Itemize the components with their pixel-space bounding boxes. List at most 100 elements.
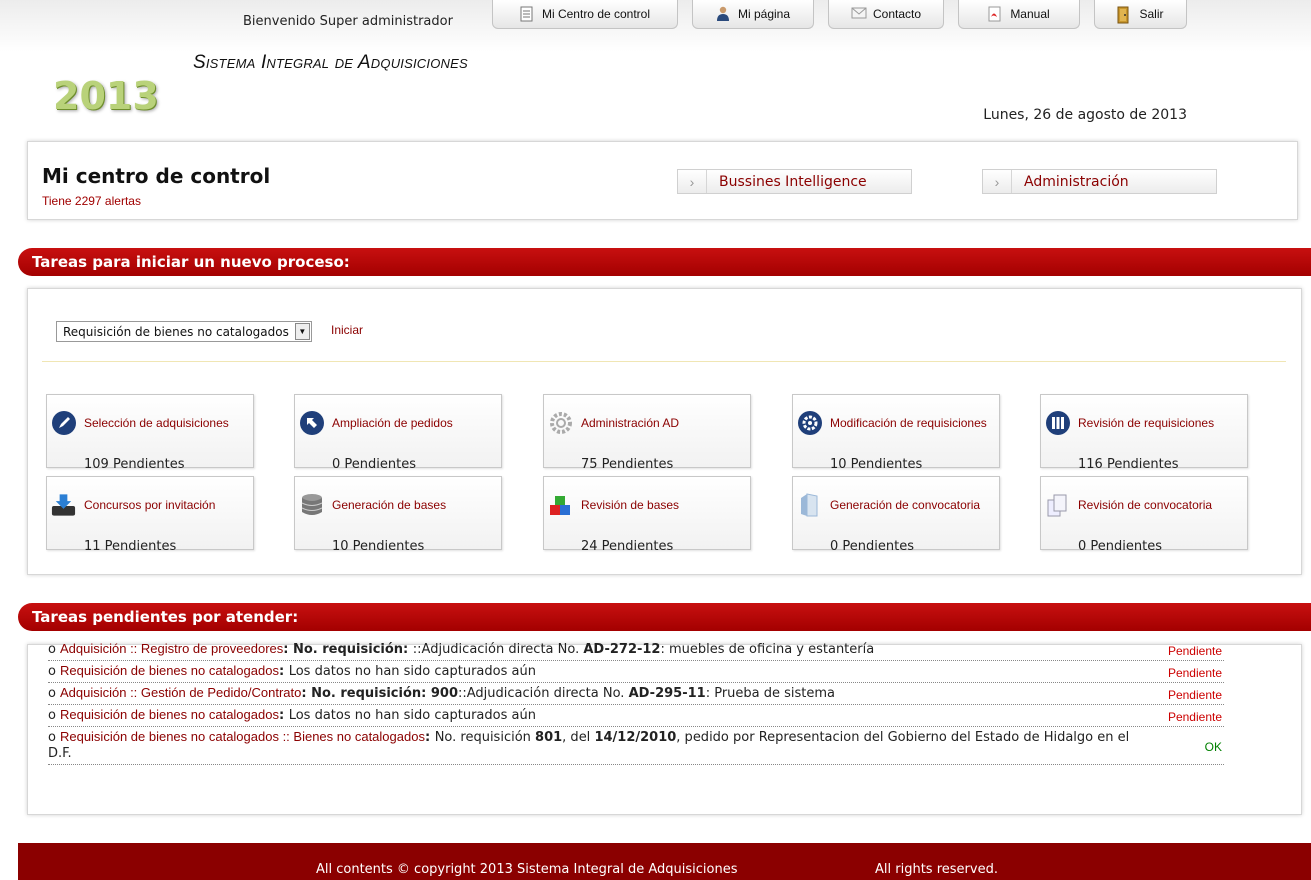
pen-icon — [50, 409, 77, 436]
document-icon — [520, 6, 534, 22]
envelope-icon — [851, 6, 867, 22]
tile-count: 75 Pendientes — [581, 457, 674, 472]
tile-administracion-ad[interactable]: Administración AD 75 Pendientes — [543, 394, 751, 472]
tile-revision-convocatoria[interactable]: Revisión de convocatoria 0 Pendientes — [1040, 476, 1248, 554]
tile-count: 0 Pendientes — [332, 457, 416, 472]
nav-mi-pagina[interactable]: Mi página — [692, 0, 814, 29]
task-status: Pendiente — [1167, 688, 1222, 702]
footer-rights: All rights reserved. — [875, 862, 998, 877]
task-link[interactable]: Requisición de bienes no catalogados :: … — [60, 729, 425, 744]
task-status: Pendiente — [1167, 666, 1222, 680]
administracion-button[interactable]: › Administración — [982, 169, 1217, 194]
folder-icon — [796, 491, 823, 518]
nav-label: Mi página — [737, 7, 791, 21]
button-label: Administración — [1024, 173, 1129, 190]
bullet: o — [48, 686, 56, 701]
tile-ampliacion-pedidos[interactable]: Ampliación de pedidos 0 Pendientes — [294, 394, 502, 472]
arrow-up-left-icon — [298, 409, 325, 436]
tile-count: 116 Pendientes — [1078, 457, 1179, 472]
nav-contacto[interactable]: Contacto — [828, 0, 944, 29]
button-label: Bussines Intelligence — [719, 173, 867, 190]
logo-year: 2013 — [53, 74, 159, 118]
tile-modificacion-requisiciones[interactable]: Modificación de requisiciones 10 Pendien… — [792, 394, 1000, 472]
tile-concursos-invitacion[interactable]: Concursos por invitación 11 Pendientes — [46, 476, 254, 554]
bullet: o — [48, 664, 56, 679]
task-link[interactable]: Requisición de bienes no catalogados — [60, 707, 279, 722]
bullet: o — [48, 642, 56, 657]
task-detail: , del — [562, 730, 595, 745]
pending-task-row: o Adquisición :: Gestión de Pedido/Contra… — [48, 685, 1224, 705]
pending-task-row: o Requisición de bienes no catalogados: L… — [48, 663, 1224, 683]
tile-count: 0 Pendientes — [1078, 539, 1162, 554]
task-detail: ::Adjudicación directa No. — [412, 642, 584, 657]
task-status: OK — [1204, 740, 1222, 754]
footer-copyright: All contents © copyright 2013 Sistema In… — [316, 862, 738, 877]
task-detail: No. requisición — [434, 730, 536, 745]
documents-icon — [1044, 491, 1071, 518]
welcome-text: Bienvenido Super administrador — [243, 14, 453, 29]
current-date: Lunes, 26 de agosto de 2013 — [983, 107, 1187, 123]
task-detail-bold: 14/12/2010 — [594, 730, 677, 745]
tile-label: Generación de convocatoria — [830, 497, 981, 512]
tile-label: Concursos por invitación — [84, 497, 216, 512]
task-detail: Los datos no han sido capturados aún — [288, 664, 536, 679]
nav-manual[interactable]: Manual — [958, 0, 1080, 29]
tile-generacion-convocatoria[interactable]: Generación de convocatoria 0 Pendientes — [792, 476, 1000, 554]
tile-count: 11 Pendientes — [84, 539, 177, 554]
task-detail: : Prueba de sistema — [705, 686, 836, 701]
chevron-right-icon: › — [983, 170, 1012, 193]
task-description: o Requisición de bienes no catalogados ::… — [48, 729, 1148, 762]
task-detail-bold: : — [424, 730, 435, 745]
dropdown-arrow-icon: ▼ — [294, 323, 310, 340]
tile-label: Revisión de requisiciones — [1078, 415, 1215, 430]
tile-seleccion-adquisiciones[interactable]: Selección de adquisiciones 109 Pendiente… — [46, 394, 254, 472]
pending-task-row: o Requisición de bienes no catalogados ::… — [48, 729, 1224, 765]
chevron-right-icon: › — [678, 170, 707, 193]
blocks-icon — [547, 491, 574, 518]
nav-label: Contacto — [872, 7, 922, 21]
task-description: o Adquisición :: Registro de proveedores:… — [48, 641, 1148, 658]
bullet: o — [48, 708, 56, 723]
task-status: Pendiente — [1167, 710, 1222, 724]
control-center-title: Mi centro de control — [42, 164, 271, 188]
tile-count: 24 Pendientes — [581, 539, 674, 554]
tile-count: 10 Pendientes — [830, 457, 923, 472]
section-header-new-process: Tareas para iniciar un nuevo proceso: — [18, 248, 1311, 276]
door-exit-icon — [1117, 6, 1131, 24]
tile-revision-requisiciones[interactable]: Revisión de requisiciones 116 Pendientes — [1040, 394, 1248, 472]
pdf-icon — [988, 6, 1002, 22]
task-link[interactable]: Adquisición :: Registro de proveedores — [60, 641, 283, 656]
nav-salir[interactable]: Salir — [1094, 0, 1187, 29]
tile-count: 0 Pendientes — [830, 539, 914, 554]
process-type-select[interactable]: Requisición de bienes no catalogados ▼ — [56, 321, 312, 342]
tile-label: Selección de adquisiciones — [84, 415, 229, 430]
tile-generacion-bases[interactable]: Generación de bases 10 Pendientes — [294, 476, 502, 554]
start-link[interactable]: Iniciar — [331, 323, 363, 337]
section-header-pending: Tareas pendientes por atender: — [18, 603, 1311, 631]
tile-label: Generación de bases — [332, 497, 447, 512]
gear-circle-icon — [796, 409, 823, 436]
task-detail-bold: : No. requisición: 900 — [301, 686, 458, 701]
download-tray-icon — [50, 491, 77, 518]
tile-label: Ampliación de pedidos — [332, 415, 453, 430]
tile-count: 109 Pendientes — [84, 457, 185, 472]
pending-task-row: o Requisición de bienes no catalogados: L… — [48, 707, 1224, 727]
system-title: Sistema Integral de Adquisiciones — [193, 52, 468, 73]
task-detail-bold: AD-295-11 — [628, 686, 706, 701]
tile-count: 10 Pendientes — [332, 539, 425, 554]
alerts-count[interactable]: Tiene 2297 alertas — [42, 194, 141, 208]
task-detail: ::Adjudicación directa No. — [458, 686, 629, 701]
task-detail-bold: : No. requisición: — [283, 642, 413, 657]
tile-revision-bases[interactable]: Revisión de bases 24 Pendientes — [543, 476, 751, 554]
task-link[interactable]: Requisición de bienes no catalogados — [60, 663, 279, 678]
task-detail-bold: 801 — [535, 730, 563, 745]
task-description: o Requisición de bienes no catalogados: L… — [48, 707, 1148, 724]
tile-label: Revisión de convocatoria — [1078, 497, 1213, 512]
task-link[interactable]: Adquisición :: Gestión de Pedido/Contrat… — [60, 685, 301, 700]
nav-mi-centro-de-control[interactable]: Mi Centro de control — [492, 0, 678, 29]
task-detail: Los datos no han sido capturados aún — [288, 708, 536, 723]
tile-label: Modificación de requisiciones — [830, 415, 987, 430]
business-intelligence-button[interactable]: › Bussines Intelligence — [677, 169, 912, 194]
select-value: Requisición de bienes no catalogados — [63, 324, 289, 339]
nav-label: Mi Centro de control — [541, 7, 651, 21]
